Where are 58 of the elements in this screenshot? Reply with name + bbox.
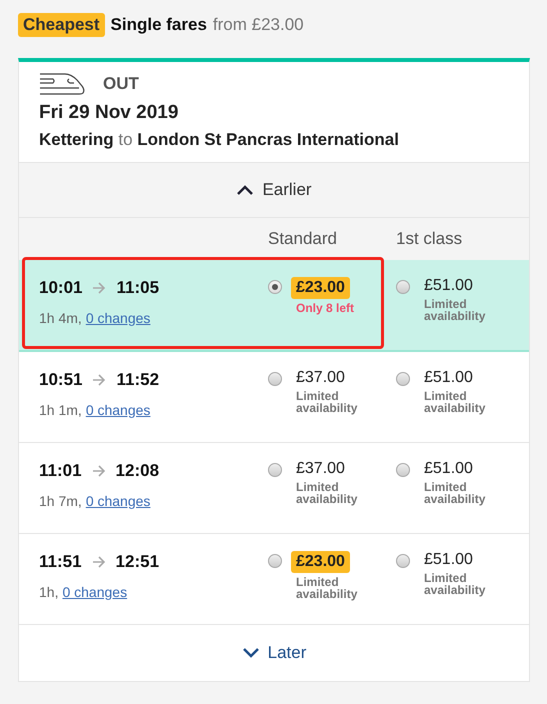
fare-radio[interactable] [396, 463, 410, 477]
availability-note: Limited availability [424, 572, 486, 596]
availability-note: Limited availability [296, 390, 358, 414]
journey-route: Kettering to London St Pancras International [39, 130, 400, 150]
duration: 1h, [39, 584, 58, 600]
arrival-time: 12:51 [116, 552, 160, 572]
departure-time: 10:01 [39, 278, 82, 298]
column-header: Standard [268, 229, 338, 249]
fare-radio[interactable] [396, 554, 410, 568]
availability-note: Limited availability [424, 481, 486, 505]
changes-link[interactable]: 0 changes [86, 402, 150, 418]
cheapest-price-badge: £23.00 [291, 551, 350, 573]
arrow-icon [92, 556, 106, 568]
chevron-up-icon [236, 184, 254, 196]
fare-price: £51.00 [424, 460, 473, 478]
fare-price: £51.00 [424, 369, 473, 387]
fare-radio[interactable] [268, 280, 282, 294]
cheapest-badge: Cheapest [18, 13, 105, 37]
fare-radio[interactable] [268, 372, 282, 386]
duration: 1h 1m, [39, 402, 82, 418]
duration: 1h 4m, [39, 310, 82, 326]
departure-time: 10:51 [39, 370, 82, 390]
changes-link[interactable]: 0 changes [86, 310, 150, 326]
availability-note: Limited availability [424, 298, 486, 322]
availability-note: Limited availability [296, 481, 358, 505]
journey-date: Fri 29 Nov 2019 [39, 102, 180, 124]
arrow-icon [92, 374, 106, 386]
train-icon [39, 72, 85, 96]
changes-link[interactable]: 0 changes [62, 584, 128, 600]
fare-price: £51.00 [424, 277, 473, 295]
from-price: from £23.00 [212, 15, 304, 35]
cheapest-price-badge: £23.00 [291, 277, 350, 299]
later-button[interactable]: Later [236, 642, 312, 664]
duration: 1h 7m, [39, 493, 82, 509]
chevron-down-icon [242, 647, 260, 659]
fares-title: Single fares [110, 15, 207, 35]
departure-time: 11:51 [39, 552, 82, 572]
arrival-time: 11:52 [116, 370, 160, 390]
arrival-time: 12:08 [116, 461, 160, 481]
availability-note: Only 8 left [296, 302, 356, 314]
departure-time: 11:01 [39, 461, 82, 481]
fare-radio[interactable] [268, 554, 282, 568]
fare-radio[interactable] [396, 372, 410, 386]
availability-note: Limited availability [296, 576, 358, 600]
fare-radio[interactable] [268, 463, 282, 477]
arrow-icon [92, 465, 106, 477]
arrival-time: 11:05 [116, 278, 160, 298]
fare-price: £37.00 [296, 369, 345, 387]
column-header: 1st class [396, 229, 464, 249]
direction-label: OUT [103, 74, 139, 94]
earlier-button[interactable]: Earlier [230, 179, 318, 201]
fare-price: £51.00 [424, 551, 473, 569]
changes-link[interactable]: 0 changes [86, 493, 150, 509]
fare-radio[interactable] [396, 280, 410, 294]
journey-row[interactable]: 10:01 11:05 1h 4m, 0 changes £23.00 Only 8 left £51.00 Limited availability [19, 260, 529, 352]
availability-note: Limited availability [424, 390, 486, 414]
fare-price: £37.00 [296, 460, 345, 478]
arrow-icon [92, 282, 106, 294]
